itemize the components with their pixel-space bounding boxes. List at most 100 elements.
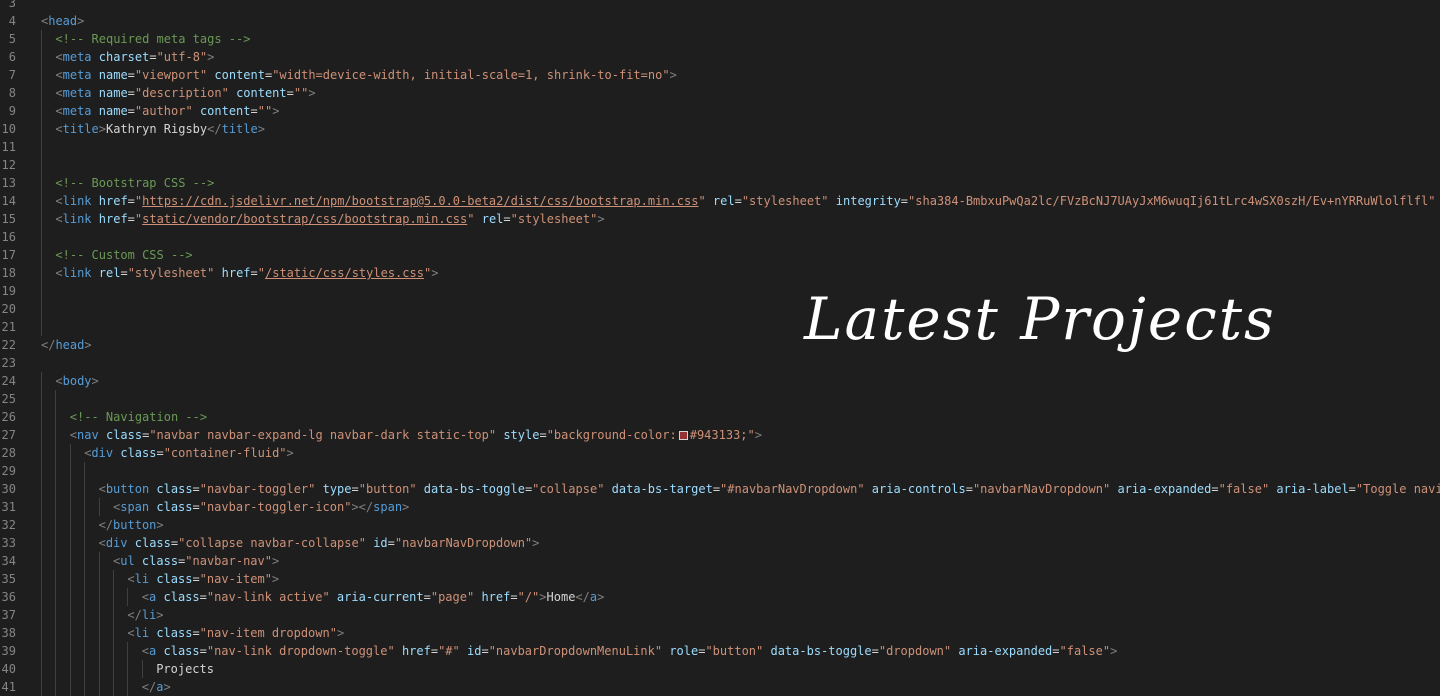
indent-guide xyxy=(41,642,42,660)
code-line[interactable]: 31 <span class="navbar-toggler-icon"></sp… xyxy=(0,498,1440,516)
code-line[interactable]: 4 <head> xyxy=(0,12,1440,30)
indent-guide xyxy=(41,624,42,642)
code-text: Projects xyxy=(156,660,214,678)
code-line[interactable]: 15 <link href="static/vendor/bootstrap/cs… xyxy=(0,210,1440,228)
line-number: 16 xyxy=(1,230,16,244)
indent-guide xyxy=(98,678,100,696)
indent-guide xyxy=(113,642,114,660)
code-token: < xyxy=(69,428,78,442)
code-token: > xyxy=(77,14,85,28)
code-line[interactable]: 41 </a> xyxy=(0,678,1440,696)
code-token: name xyxy=(98,104,128,118)
code-line[interactable]: 40 Projects xyxy=(0,660,1440,678)
code-line[interactable]: 5 <!-- Required meta tags --> xyxy=(0,30,1440,48)
code-line[interactable]: 29 xyxy=(0,462,1440,480)
code-line[interactable]: 26 <!-- Navigation --> xyxy=(0,408,1440,426)
overlay-title: Latest Projects xyxy=(804,285,1276,353)
code-token: <!-- Bootstrap CSS --> xyxy=(55,176,215,190)
code-token: " xyxy=(698,194,706,208)
code-line[interactable]: 28 <div class="container-fluid"> xyxy=(0,444,1440,462)
code-line[interactable]: 32 </button> xyxy=(0,516,1440,534)
code-line[interactable]: 12 xyxy=(0,156,1440,174)
code-line[interactable]: 6 <meta charset="utf-8"> xyxy=(0,48,1440,66)
color-swatch-icon[interactable] xyxy=(678,431,688,440)
code-line[interactable]: 16 xyxy=(0,228,1440,246)
indent-guide xyxy=(41,156,42,174)
code-line[interactable]: 23 xyxy=(0,354,1440,372)
code-line[interactable]: 27 <nav class = "navbar navbar-expand-lg na… xyxy=(0,426,1440,444)
indent-guide xyxy=(84,534,86,552)
code-text: <a class="nav-link active" aria-current=… xyxy=(142,588,605,606)
code-line[interactable]: 30 <button class="navbar-toggler" type="b… xyxy=(0,480,1440,498)
code-token: "container-fluid" xyxy=(163,446,287,460)
code-token: < xyxy=(98,536,106,550)
code-token: title xyxy=(221,122,258,136)
code-line[interactable]: 38 <li class="nav-item dropdown"> xyxy=(0,624,1440,642)
code-line[interactable]: 3 xyxy=(0,0,1440,12)
indent-guide xyxy=(84,642,86,660)
code-line[interactable]: 9 <meta name="author" content=""> xyxy=(0,102,1440,120)
indent-guide xyxy=(55,498,57,516)
code-line[interactable]: 11 xyxy=(0,138,1440,156)
code-line[interactable]: 24 <body> xyxy=(0,372,1440,390)
code-line[interactable]: 36 <a class="nav-link active" aria-curren… xyxy=(0,588,1440,606)
code-token: class xyxy=(156,626,193,640)
code-text: </head> xyxy=(41,336,92,354)
indent-guide xyxy=(113,570,114,588)
code-line[interactable]: 8 <meta name="description" content=""> xyxy=(0,84,1440,102)
line-number: 9 xyxy=(8,104,16,118)
code-token: "" xyxy=(257,104,273,118)
indent-guide xyxy=(55,516,57,534)
code-line[interactable]: 37 </li> xyxy=(0,606,1440,624)
code-token: role xyxy=(669,644,699,658)
indent-guide xyxy=(41,30,42,48)
code-line[interactable]: 14 <link href="https://cdn.jsdelivr.net/n… xyxy=(0,192,1440,210)
code-token: "page" xyxy=(430,590,475,604)
code-token: > xyxy=(1110,644,1118,658)
line-number: 21 xyxy=(1,320,16,334)
code-line[interactable]: 33 <div class = "collapse navbar-collapse" … xyxy=(0,534,1440,552)
indent-guide xyxy=(69,588,71,606)
code-text: <meta name="viewport" content="width=dev… xyxy=(55,66,676,84)
line-number: 34 xyxy=(1,554,16,568)
code-token: > xyxy=(431,266,439,280)
code-token: <!-- Required meta tags --> xyxy=(55,32,251,46)
code-line[interactable]: 25 xyxy=(0,390,1440,408)
indent-guide xyxy=(113,588,114,606)
line-number: 19 xyxy=(1,284,16,298)
line-number: 20 xyxy=(1,302,16,316)
code-token: href xyxy=(98,194,128,208)
code-line[interactable]: 35 <li class="nav-item"> xyxy=(0,570,1440,588)
indent-guide xyxy=(84,678,86,696)
line-number: 7 xyxy=(8,68,16,82)
code-line[interactable]: 39 <a class="nav-link dropdown-toggle" hr… xyxy=(0,642,1440,660)
code-token: link xyxy=(62,266,92,280)
code-line[interactable]: 10 <title>Kathryn Rigsby</title> xyxy=(0,120,1440,138)
indent-guide xyxy=(69,570,71,588)
line-number: 14 xyxy=(1,194,16,208)
indent-guide xyxy=(41,570,42,588)
code-line[interactable]: 13 <!-- Bootstrap CSS --> xyxy=(0,174,1440,192)
indent-guide xyxy=(55,390,57,408)
code-line[interactable]: 18 <link rel="stylesheet" href="/static/c… xyxy=(0,264,1440,282)
code-token: = xyxy=(156,446,164,460)
code-token: </ xyxy=(575,590,590,604)
code-token: div xyxy=(91,446,114,460)
code-line[interactable]: 7 <meta name="viewport" content="width=de… xyxy=(0,66,1440,84)
code-token: title xyxy=(62,122,99,136)
indent-guide xyxy=(98,570,100,588)
code-text: <title>Kathryn Rigsby</title> xyxy=(55,120,265,138)
code-text: <li class="nav-item dropdown"> xyxy=(127,624,344,642)
line-number: 40 xyxy=(1,662,16,676)
code-token: = xyxy=(510,590,518,604)
code-line[interactable]: 17 <!-- Custom CSS --> xyxy=(0,246,1440,264)
code-token: = xyxy=(423,590,431,604)
code-token: li xyxy=(141,608,157,622)
code-token: > xyxy=(257,122,265,136)
code-line[interactable]: 34 <ul class="navbar-nav"> xyxy=(0,552,1440,570)
